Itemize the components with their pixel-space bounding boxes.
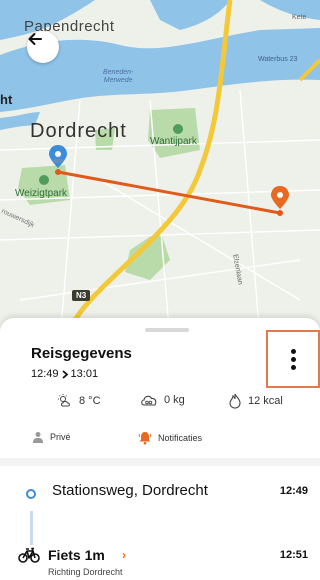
temperature-value: 8 °C <box>79 395 101 407</box>
back-button[interactable] <box>27 31 59 63</box>
more-dot <box>290 348 296 354</box>
stat-temperature: 8 °C <box>57 393 101 409</box>
map-view[interactable]: Papendrecht Dordrecht ht Beneden- Merwed… <box>0 0 320 340</box>
leg-title: Fiets 1m <box>48 547 105 563</box>
map-label-ht: ht <box>0 92 13 107</box>
stop-marker-icon <box>26 489 36 499</box>
stop-item[interactable]: Stationsweg, Dordrecht 12:49 <box>0 480 320 506</box>
trip-details-sheet: Reisgegevens 12:49 13:01 8 °C 0 kg 12 kc… <box>0 318 320 580</box>
co2-value: 0 kg <box>164 394 185 406</box>
stat-co2: 0 kg <box>140 393 185 407</box>
weather-icon <box>58 394 70 407</box>
person-icon <box>33 432 43 443</box>
privacy-toggle[interactable]: Privé <box>32 431 71 443</box>
flame-icon <box>229 393 241 409</box>
trip-end-time: 13:01 <box>70 368 99 380</box>
map-label-weizigtpark: Weizigtpark <box>15 188 68 199</box>
map-label-dordrecht: Dordrecht <box>30 120 127 142</box>
map-label-kete: Kete <box>292 14 307 21</box>
map-label-waterbus: Waterbus 23 <box>258 56 298 63</box>
leg-time: 12:51 <box>279 549 308 561</box>
leg-direction: Richting Dordrecht <box>48 567 123 577</box>
stop-time: 12:49 <box>279 485 308 497</box>
sheet-drag-handle[interactable] <box>145 328 189 332</box>
map-label-beneden-merwede: Beneden- Merwede <box>103 69 134 84</box>
trip-time-range: 12:49 13:01 <box>31 368 98 380</box>
leg-chevron-right-icon[interactable]: › <box>122 548 126 562</box>
map-label-wantijpark: Wantijpark <box>150 136 197 147</box>
more-options-button[interactable] <box>266 330 320 388</box>
more-dot <box>290 364 296 370</box>
arrow-left-icon <box>28 33 42 45</box>
cloud-co2-icon <box>141 395 157 406</box>
more-dot <box>290 356 296 362</box>
privacy-label: Privé <box>50 432 71 442</box>
trip-title: Reisgegevens <box>31 345 132 362</box>
timeline-connector <box>30 511 33 545</box>
bicycle-icon <box>18 547 40 563</box>
trip-start-time: 12:49 <box>31 368 59 380</box>
calories-value: 12 kcal <box>248 395 283 407</box>
section-divider <box>0 458 320 466</box>
leg-item[interactable]: Fiets 1m › 12:51 Richting Dordrecht <box>0 546 320 580</box>
bell-icon <box>138 432 152 445</box>
road-shield-n3: N3 <box>72 290 91 301</box>
stat-calories: 12 kcal <box>228 393 283 409</box>
chevron-right-icon <box>61 369 68 379</box>
stop-name: Stationsweg, Dordrecht <box>52 482 208 499</box>
notifications-toggle[interactable]: Notificaties <box>138 431 202 445</box>
notifications-label: Notificaties <box>158 433 203 443</box>
